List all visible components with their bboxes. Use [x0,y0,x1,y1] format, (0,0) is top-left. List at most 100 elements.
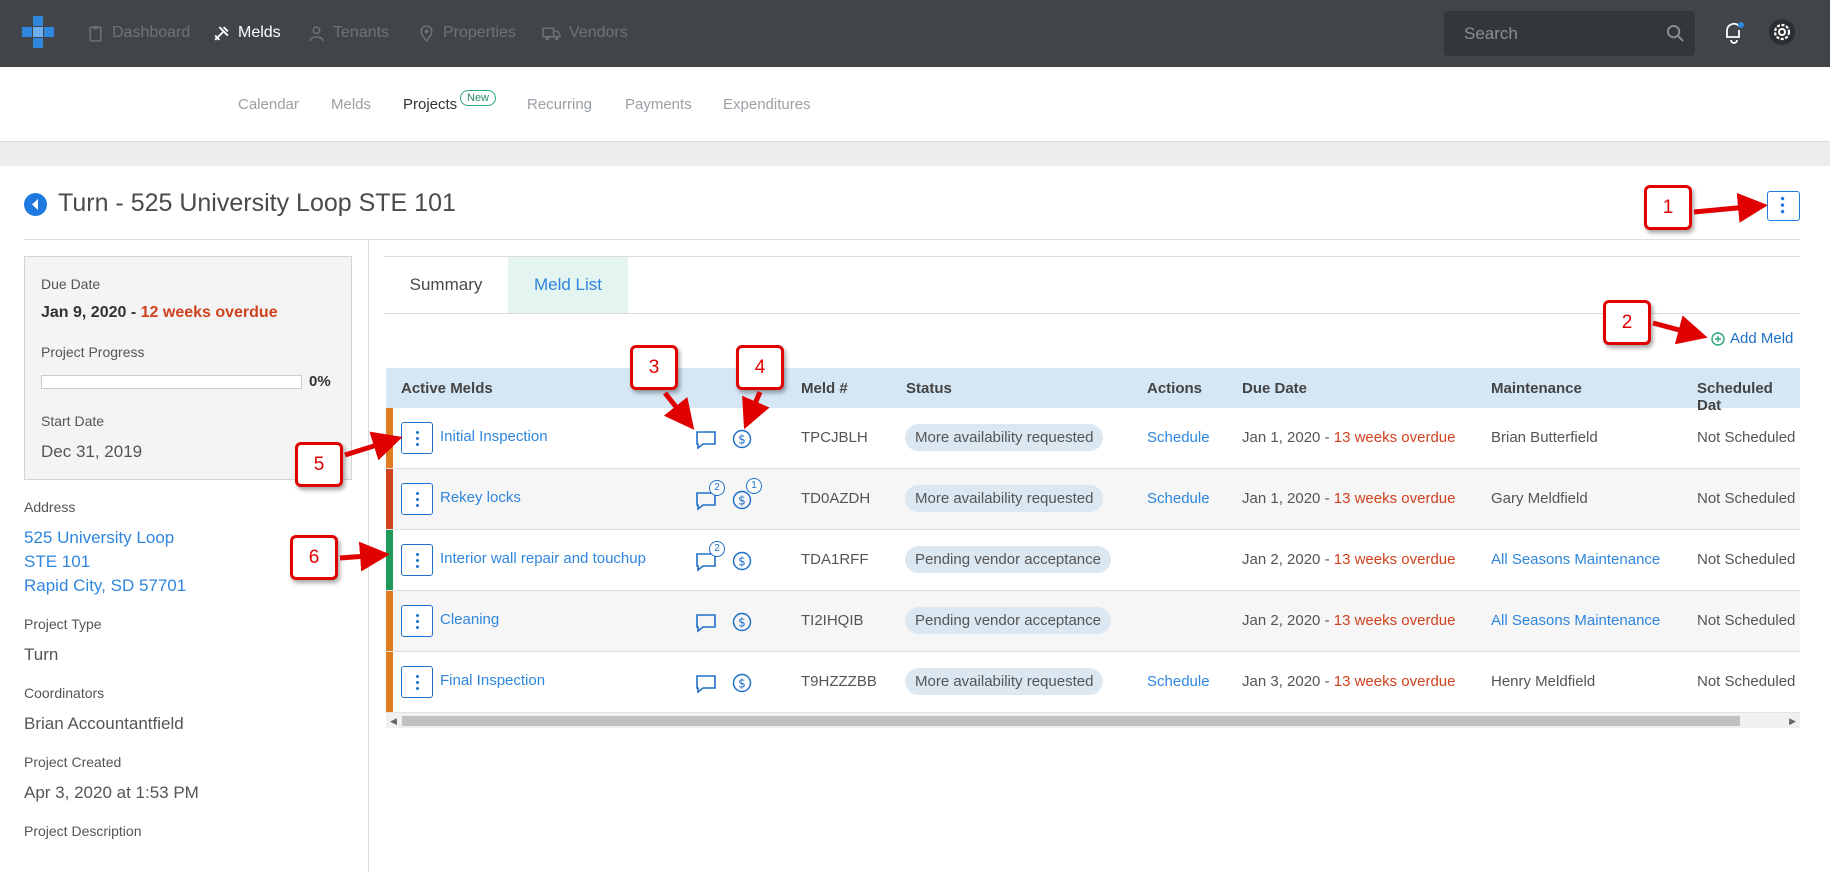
progress-label: Project Progress [41,344,145,360]
subnav-melds[interactable]: Melds [331,96,371,113]
back-arrow-icon[interactable] [24,193,47,216]
horizontal-scrollbar[interactable]: ◀ ▶ [386,712,1800,728]
meld-table-header: Active Melds Meld # Status Actions Due D… [386,368,1800,414]
add-meld-button[interactable]: Add Meld [1711,330,1793,347]
dollar-circle-icon[interactable]: $ [732,673,752,693]
maintenance-link[interactable]: All Seasons Maintenance [1491,551,1660,568]
annotation-arrow-6 [339,541,390,572]
project-options-button[interactable] [1767,191,1800,221]
scheduled-cell: Not Scheduled [1697,551,1796,568]
clipboard-icon [89,25,102,42]
project-progress-bar [41,375,302,389]
annotation-arrow-2 [1652,315,1708,345]
page-title: Turn - 525 University Loop STE 101 [58,189,456,217]
chat-bubble-icon[interactable] [695,613,717,633]
due-date-cell: Jan 1, 2020 - 13 weeks overdue [1242,429,1455,446]
svg-text:$: $ [738,677,746,691]
header-status[interactable]: Status [906,380,952,397]
nav-tenants[interactable]: Tenants [308,22,389,44]
meld-options-button[interactable] [401,605,433,637]
meld-name-link[interactable]: Interior wall repair and touchup [440,550,646,567]
due-date-label: Due Date [41,276,101,292]
nav-vendors-label: Vendors [569,24,628,41]
meld-name-link[interactable]: Initial Inspection [440,428,548,445]
status-strip [386,652,393,712]
annotation-callout-6: 6 [290,535,338,580]
schedule-link[interactable]: Schedule [1147,490,1210,507]
nav-vendors[interactable]: Vendors [542,22,628,44]
panel-divider [368,240,369,872]
meld-number: TPCJBLH [801,429,868,446]
start-date-label: Start Date [41,413,105,429]
meld-number: TD0AZDH [801,490,871,507]
meld-options-button[interactable] [401,483,433,515]
header-due-date[interactable]: Due Date [1242,380,1307,397]
chat-bubble-icon[interactable] [695,674,717,694]
scroll-right-arrow-icon[interactable]: ▶ [1789,716,1796,727]
search-box [1444,11,1695,56]
maintenance-cell: Gary Meldfield [1491,490,1588,507]
progress-percent: 0% [309,373,331,390]
status-strip [386,408,393,468]
vertical-dots-icon [1780,196,1785,214]
meld-logo-icon[interactable] [22,16,54,48]
status-strip [386,591,393,651]
header-meld-number[interactable]: Meld # [801,380,848,397]
schedule-link[interactable]: Schedule [1147,429,1210,446]
maintenance-cell: Henry Meldfield [1491,673,1596,690]
subnav-projects[interactable]: Projects [403,96,457,113]
maintenance-link[interactable]: All Seasons Maintenance [1491,612,1660,629]
dollar-circle-icon[interactable]: $ [732,612,752,632]
header-active-melds[interactable]: Active Melds [401,380,493,397]
meld-options-button[interactable] [401,666,433,698]
tab-meld-list[interactable]: Meld List [508,257,628,313]
address-line-1[interactable]: 525 University Loop [24,528,174,548]
project-created-label: Project Created [24,754,122,770]
meld-name-link[interactable]: Final Inspection [440,672,545,689]
dollar-circle-icon[interactable]: $ [732,490,752,510]
scheduled-cell: Not Scheduled [1697,490,1796,507]
meld-name-link[interactable]: Cleaning [440,611,499,628]
meld-name-link[interactable]: Rekey locks [440,489,521,506]
due-overdue-text: 12 weeks overdue [140,304,278,321]
status-badge: More availability requested [905,424,1104,451]
status-strip [386,469,393,529]
scrollbar-thumb[interactable] [402,716,1740,726]
search-input[interactable] [1444,11,1695,56]
search-icon[interactable] [1666,24,1685,43]
due-date-text: Jan 1, 2020 - [1242,490,1330,507]
subnav-expenditures[interactable]: Expenditures [723,96,811,113]
project-type-label: Project Type [24,616,102,632]
svg-text:$: $ [738,494,746,508]
tab-summary[interactable]: Summary [384,257,508,313]
address-line-2[interactable]: STE 101 [24,552,90,572]
meld-number: TI2IHQIB [801,612,864,629]
meld-options-button[interactable] [401,544,433,576]
header-maintenance[interactable]: Maintenance [1491,380,1582,397]
dollar-circle-icon[interactable]: $ [732,551,752,571]
due-date-text: Jan 2, 2020 - [1242,612,1330,629]
meld-options-button[interactable] [401,422,433,454]
nav-properties[interactable]: Properties [418,22,516,44]
nav-melds[interactable]: Melds [213,22,281,44]
notification-bell-icon[interactable] [1723,20,1745,44]
status-badge: More availability requested [905,485,1104,512]
subnav-recurring[interactable]: Recurring [527,96,592,113]
schedule-link[interactable]: Schedule [1147,673,1210,690]
annotation-callout-2: 2 [1603,300,1651,345]
gear-icon[interactable] [1768,18,1796,46]
table-row: Initial Inspection $ TPCJBLH More availa… [386,408,1800,469]
subnav-payments[interactable]: Payments [625,96,692,113]
annotation-callout-3: 3 [630,345,678,390]
subnav-calendar[interactable]: Calendar [238,96,299,113]
status-badge: Pending vendor acceptance [905,546,1111,573]
due-date-cell: Jan 1, 2020 - 13 weeks overdue [1242,490,1455,507]
status-badge: Pending vendor acceptance [905,607,1111,634]
chat-bubble-icon[interactable] [695,430,717,450]
dollar-circle-icon[interactable]: $ [732,429,752,449]
scroll-left-arrow-icon[interactable]: ◀ [390,716,397,727]
coordinators-label: Coordinators [24,685,105,701]
address-line-3[interactable]: Rapid City, SD 57701 [24,576,186,596]
nav-dashboard[interactable]: Dashboard [87,22,190,44]
header-actions[interactable]: Actions [1147,380,1202,397]
